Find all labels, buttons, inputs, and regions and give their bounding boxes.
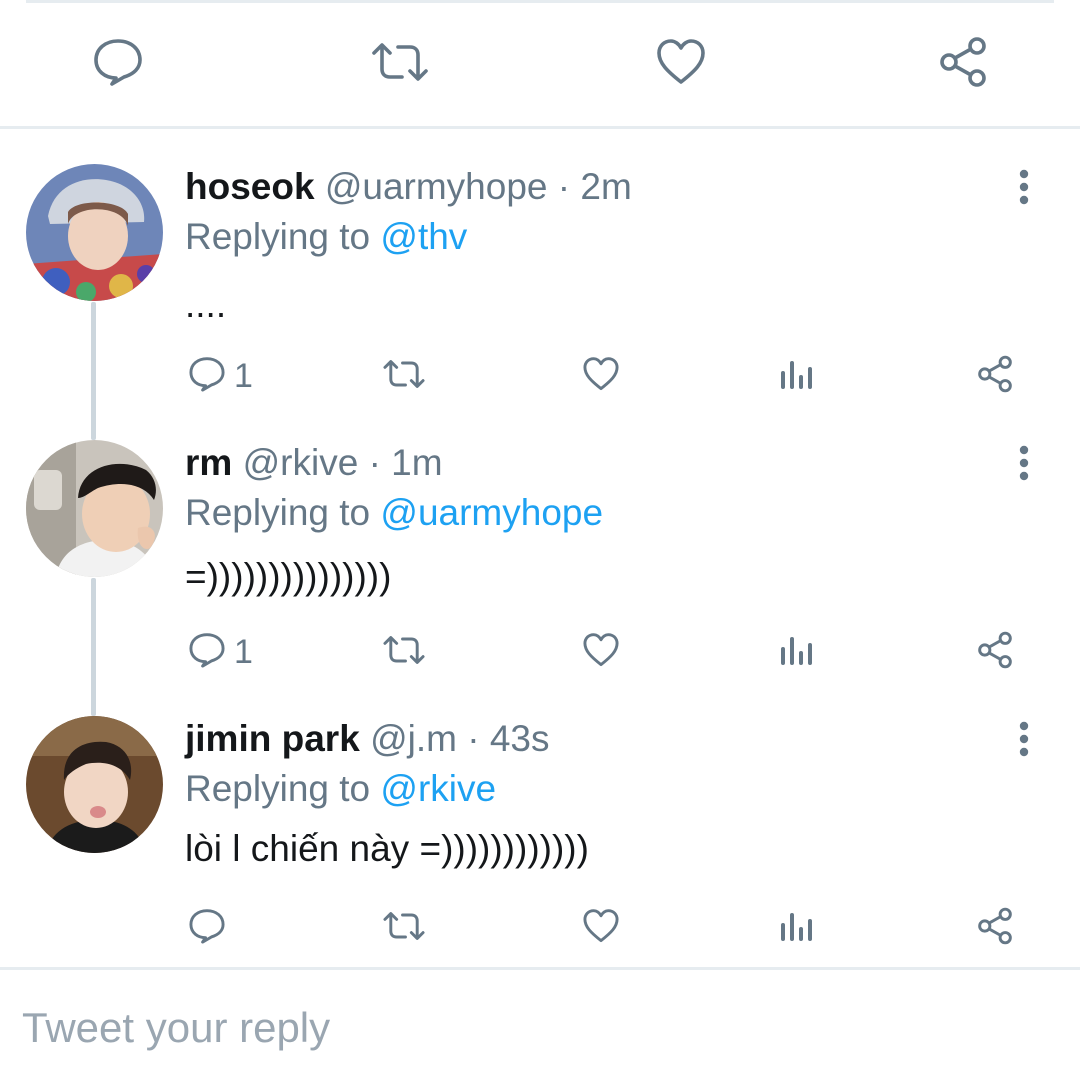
analytics-button[interactable] [780, 346, 814, 406]
share-icon [976, 631, 1014, 674]
more-vertical-icon [1018, 445, 1030, 486]
mention-link[interactable]: @thv [380, 216, 467, 257]
analytics-button[interactable] [780, 898, 814, 958]
retweet-icon [370, 39, 430, 90]
tweet-header: jimin park @j.m · 43s [185, 716, 550, 762]
reply-tweet[interactable]: hoseok @uarmyhope · 2m Replying to @thv … [0, 164, 1080, 414]
replying-to: Replying to @rkive [185, 766, 496, 812]
timestamp[interactable]: · 43s [467, 718, 549, 759]
more-vertical-icon [1018, 721, 1030, 762]
analytics-icon [780, 911, 814, 946]
like-icon [582, 908, 620, 949]
like-button[interactable] [582, 346, 620, 406]
like-icon [582, 632, 620, 673]
tweet-text: .... [185, 284, 227, 325]
more-menu-button[interactable] [1004, 718, 1044, 764]
reply-tweet[interactable]: rm @rkive · 1m Replying to @uarmyhope =)… [0, 440, 1080, 690]
retweet-button[interactable] [382, 622, 426, 682]
analytics-icon [780, 635, 814, 670]
tweet-reply-input[interactable] [22, 998, 1022, 1058]
retweet-icon [382, 909, 426, 948]
timestamp[interactable]: · 1m [369, 442, 443, 483]
analytics-icon [780, 359, 814, 394]
mention-link[interactable]: @rkive [380, 768, 496, 809]
tweet-actions: 1 [0, 346, 1080, 406]
timestamp[interactable]: · 2m [558, 166, 632, 207]
analytics-button[interactable] [780, 622, 814, 682]
like-icon [582, 356, 620, 397]
reply-tweet[interactable]: jimin park @j.m · 43s Replying to @rkive… [0, 716, 1080, 966]
main-share-button[interactable] [933, 36, 993, 92]
reply-count: 1 [234, 356, 253, 395]
replying-to: Replying to @uarmyhope [185, 490, 603, 536]
replying-to: Replying to @thv [185, 214, 467, 260]
mention-link[interactable]: @uarmyhope [380, 492, 603, 533]
share-icon [976, 907, 1014, 950]
replying-to-label: Replying to [185, 768, 371, 809]
main-reply-button[interactable] [88, 36, 148, 92]
user-handle[interactable]: @rkive [243, 442, 359, 483]
tweet-actions: 1 [0, 622, 1080, 682]
reply-count: 1 [234, 632, 253, 671]
avatar[interactable] [26, 716, 163, 853]
share-icon [976, 355, 1014, 398]
display-name[interactable]: hoseok [185, 166, 315, 207]
share-button[interactable] [976, 346, 1014, 406]
reply-icon [92, 37, 144, 92]
display-name[interactable]: jimin park [185, 718, 360, 759]
reply-button[interactable] [188, 898, 234, 958]
user-handle[interactable]: @uarmyhope [325, 166, 548, 207]
main-like-button[interactable] [651, 36, 711, 92]
replying-to-label: Replying to [185, 216, 371, 257]
reply-icon [188, 355, 226, 398]
main-tweet-actions [0, 0, 1080, 128]
share-button[interactable] [976, 898, 1014, 958]
like-button[interactable] [582, 622, 620, 682]
reply-icon [188, 631, 226, 674]
section-divider [0, 126, 1080, 129]
display-name[interactable]: rm [185, 442, 232, 483]
retweet-icon [382, 633, 426, 672]
user-handle[interactable]: @j.m [370, 718, 457, 759]
reply-icon [188, 907, 226, 950]
reply-composer [0, 970, 1080, 1091]
share-button[interactable] [976, 622, 1014, 682]
retweet-button[interactable] [382, 898, 426, 958]
retweet-icon [382, 357, 426, 396]
more-menu-button[interactable] [1004, 442, 1044, 488]
reply-button[interactable]: 1 [188, 622, 253, 682]
reply-button[interactable]: 1 [188, 346, 253, 406]
like-button[interactable] [582, 898, 620, 958]
avatar[interactable] [26, 164, 163, 301]
replying-to-label: Replying to [185, 492, 371, 533]
tweet-text: lòi l chiến này =)))))))))))) [185, 828, 589, 869]
more-vertical-icon [1018, 169, 1030, 210]
tweet-text: =))))))))))))))) [185, 556, 392, 597]
avatar[interactable] [26, 440, 163, 577]
share-icon [937, 36, 989, 93]
tweet-actions [0, 898, 1080, 958]
retweet-button[interactable] [382, 346, 426, 406]
main-retweet-button[interactable] [370, 36, 430, 92]
tweet-header: rm @rkive · 1m [185, 440, 443, 486]
tweet-header: hoseok @uarmyhope · 2m [185, 164, 632, 210]
more-menu-button[interactable] [1004, 166, 1044, 212]
like-icon [655, 38, 707, 91]
